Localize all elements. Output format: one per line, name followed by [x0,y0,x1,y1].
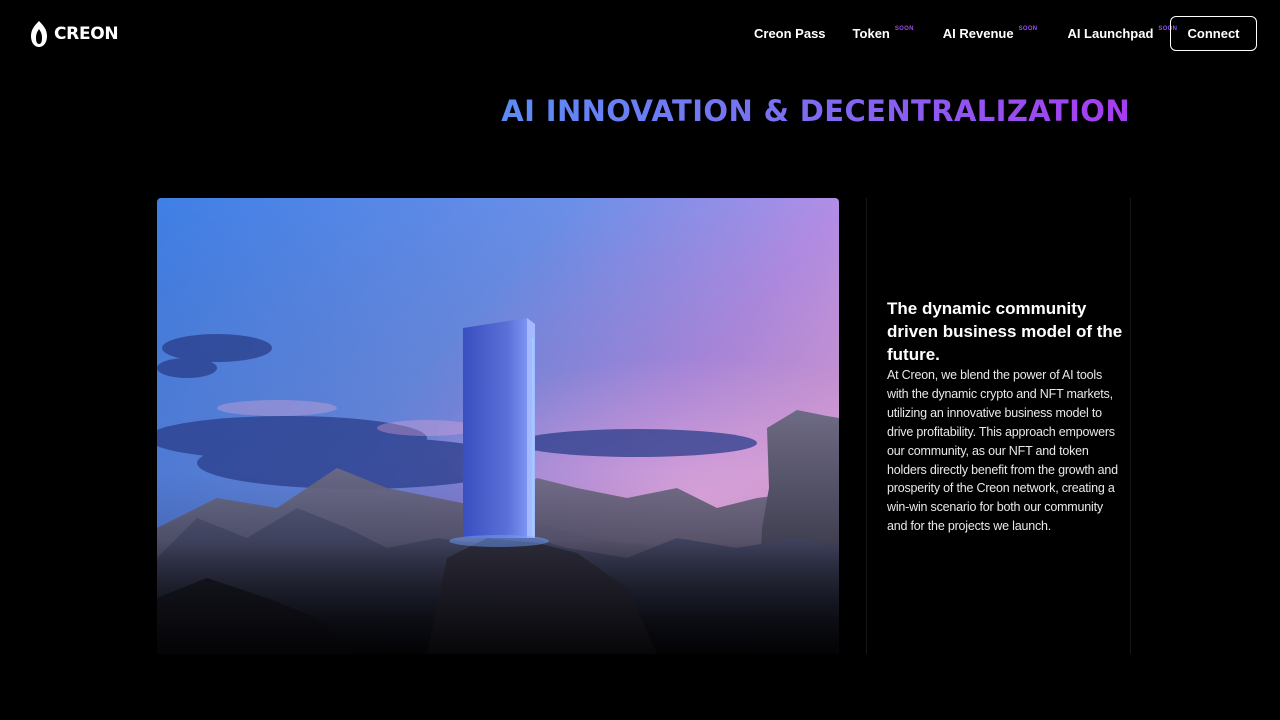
soon-badge: SOON [894,26,914,32]
soon-badge: SOON [1018,26,1038,32]
nav-item-ai-launchpad[interactable]: AI Launchpad SOON [1067,24,1177,44]
nav-item-label: AI Launchpad [1067,26,1154,41]
connect-button[interactable]: Connect [1170,16,1257,51]
flame-icon [31,21,47,47]
nav-item-label: Token [852,26,890,41]
page-headline: AI INNOVATION & DECENTRALIZATION [501,94,1130,128]
nav-item-creon-pass[interactable]: Creon Pass [754,24,826,44]
nav-item-label: Creon Pass [754,26,826,41]
brand-logo[interactable]: CREON [30,20,119,48]
monolith-landscape-image [157,198,839,654]
nav-item-label: AI Revenue [942,26,1014,41]
nav-item-token[interactable]: Token SOON [853,24,914,44]
brand-name: CREON [54,24,119,44]
main-nav: Creon Pass Token SOON AI Revenue SOON AI… [754,24,1177,44]
panel-body: At Creon, we blend the power of AI tools… [887,368,1118,534]
panel-title: The dynamic community driven business mo… [887,299,1123,364]
nav-item-ai-revenue[interactable]: AI Revenue SOON [943,24,1038,44]
info-panel: The dynamic community driven business mo… [866,198,1131,654]
